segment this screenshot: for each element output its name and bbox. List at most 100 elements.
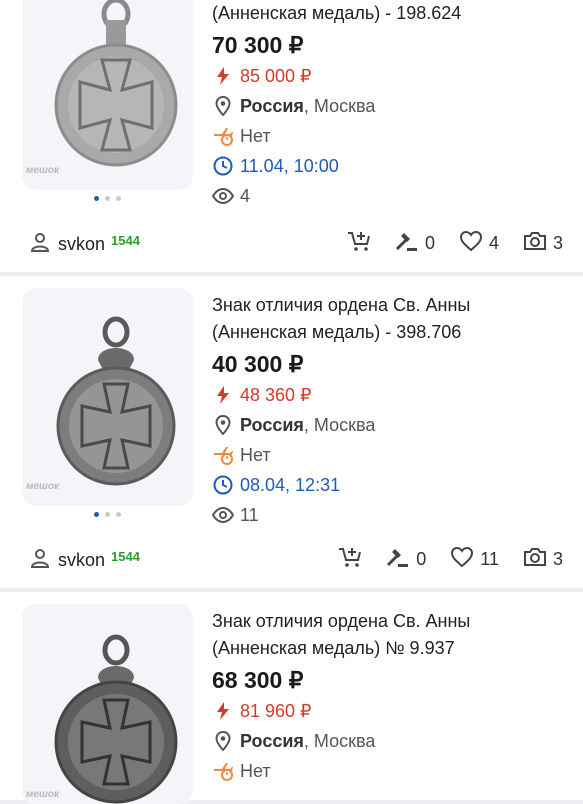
listing-image[interactable]: мешок xyxy=(22,604,193,804)
bids-button[interactable]: 0 xyxy=(386,546,426,573)
image-pager[interactable] xyxy=(94,196,121,201)
location-row: Россия, Москва xyxy=(212,410,573,440)
seller-rating: 1544 xyxy=(111,549,140,564)
photos-button[interactable]: 3 xyxy=(523,546,563,573)
location-pin-icon xyxy=(212,95,234,117)
watermark-logo: мешок xyxy=(26,481,60,492)
pager-dot[interactable] xyxy=(116,196,121,201)
views-row: 4 xyxy=(212,181,573,211)
listing-card[interactable]: мешок Знак отличия ордена Св. Анны (Анне… xyxy=(0,592,583,804)
shipping-value: Нет xyxy=(240,125,271,146)
lightning-icon xyxy=(212,65,234,87)
eye-icon xyxy=(212,185,234,207)
favorite-button[interactable]: 11 xyxy=(450,546,499,573)
listing-price: 40 300 ₽ xyxy=(212,351,304,377)
seller-name: svkon xyxy=(58,550,106,570)
end-time-row: 08.04, 12:31 xyxy=(212,470,573,500)
listing-card[interactable]: мешок Знак отличия ордена Св. Анны (Анне… xyxy=(0,276,583,588)
lightning-icon xyxy=(212,700,234,722)
listing-image[interactable]: мешок xyxy=(22,0,193,190)
camera-icon xyxy=(523,230,547,257)
listing-title-line: Знак отличия ордена Св. Анны xyxy=(212,295,471,315)
pager-dot[interactable] xyxy=(94,512,99,517)
add-to-cart-icon xyxy=(347,230,371,257)
add-to-cart-button[interactable] xyxy=(338,546,362,573)
add-to-cart-button[interactable] xyxy=(347,230,371,257)
bids-count: 0 xyxy=(416,549,427,569)
blitz-price-row: 48 360 ₽ xyxy=(212,380,573,410)
add-to-cart-icon xyxy=(338,546,362,573)
location-city: Москва xyxy=(313,414,376,435)
listing-image[interactable]: мешок xyxy=(22,288,193,506)
shipping-row: Нет xyxy=(212,756,573,786)
shipping-row: Нет xyxy=(212,440,573,470)
photos-count: 3 xyxy=(552,233,563,253)
listing-title-line: (Анненская медаль) № 9.937 xyxy=(212,638,455,658)
bids-count: 0 xyxy=(424,233,435,253)
seller-name: svkon xyxy=(58,234,106,254)
heart-icon xyxy=(450,546,474,573)
pager-dot[interactable] xyxy=(116,512,121,517)
shipping-value: Нет xyxy=(240,760,271,781)
end-time: 08.04, 12:31 xyxy=(240,474,341,495)
no-shipping-icon xyxy=(212,125,234,147)
seller-link[interactable]: svkon 1544 xyxy=(30,548,140,573)
blitz-price-row: 81 960 ₽ xyxy=(212,696,573,726)
photos-count: 3 xyxy=(552,549,563,569)
location-region: Россия xyxy=(240,730,304,751)
seller-link[interactable]: svkon 1544 xyxy=(30,232,140,257)
heart-icon xyxy=(459,230,483,257)
location-city: Москва xyxy=(313,730,376,751)
listing-title-line: (Анненская медаль) - 198.624 xyxy=(212,3,462,23)
listing-title-line: (Анненская медаль) - 398.706 xyxy=(212,322,462,342)
photos-button[interactable]: 3 xyxy=(523,230,563,257)
blitz-price: 81 960 ₽ xyxy=(240,700,312,721)
shipping-row: Нет xyxy=(212,121,573,151)
seller-rating: 1544 xyxy=(111,233,140,248)
listing-card[interactable]: мешок (Анненская медаль) - 198.624 70 30… xyxy=(0,0,583,272)
location-region: Россия xyxy=(240,414,304,435)
location-row: Россия, Москва xyxy=(212,91,573,121)
no-shipping-icon xyxy=(212,444,234,466)
blitz-price: 85 000 ₽ xyxy=(240,65,312,86)
eye-icon xyxy=(212,504,234,526)
views-row: 11 xyxy=(212,500,573,530)
lightning-icon xyxy=(212,384,234,406)
favorite-button[interactable]: 4 xyxy=(459,230,499,257)
listing-title[interactable]: Знак отличия ордена Св. Анны (Анненская … xyxy=(212,608,573,662)
listing-price: 70 300 ₽ xyxy=(212,32,304,58)
gavel-icon xyxy=(395,230,419,257)
blitz-price: 48 360 ₽ xyxy=(240,384,312,405)
views-count: 4 xyxy=(240,185,251,206)
camera-icon xyxy=(523,546,547,573)
clock-icon xyxy=(212,474,234,496)
listing-title[interactable]: Знак отличия ордена Св. Анны (Анненская … xyxy=(212,292,573,346)
location-row: Россия, Москва xyxy=(212,726,573,756)
listing-price: 68 300 ₽ xyxy=(212,667,304,693)
location-region: Россия xyxy=(240,95,304,116)
gavel-icon xyxy=(386,546,410,573)
favorites-count: 11 xyxy=(480,549,499,569)
pager-dot[interactable] xyxy=(105,196,110,201)
location-city: Москва xyxy=(313,95,376,116)
listing-title[interactable]: (Анненская медаль) - 198.624 xyxy=(212,0,573,27)
end-time: 11.04, 10:00 xyxy=(240,155,339,176)
bids-button[interactable]: 0 xyxy=(395,230,435,257)
pager-dot[interactable] xyxy=(94,196,99,201)
listing-title-line: Знак отличия ордена Св. Анны xyxy=(212,611,471,631)
blitz-price-row: 85 000 ₽ xyxy=(212,61,573,91)
location-pin-icon xyxy=(212,730,234,752)
views-count: 11 xyxy=(240,504,259,525)
user-icon xyxy=(30,548,50,573)
pager-dot[interactable] xyxy=(105,512,110,517)
clock-icon xyxy=(212,155,234,177)
no-shipping-icon xyxy=(212,760,234,782)
image-pager[interactable] xyxy=(94,512,121,517)
location-pin-icon xyxy=(212,414,234,436)
end-time-row: 11.04, 10:00 xyxy=(212,151,573,181)
shipping-value: Нет xyxy=(240,444,271,465)
favorites-count: 4 xyxy=(488,233,499,253)
watermark-logo: мешок xyxy=(26,789,60,800)
watermark-logo: мешок xyxy=(26,165,60,176)
user-icon xyxy=(30,232,50,257)
